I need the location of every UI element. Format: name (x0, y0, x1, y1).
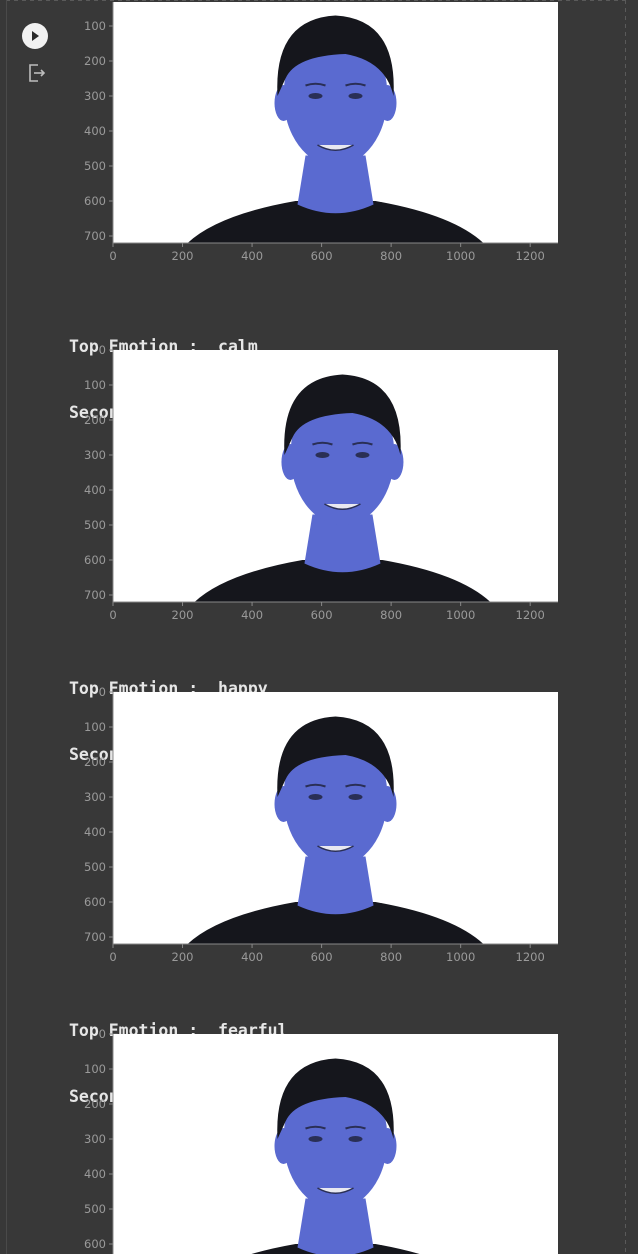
eye-shape (308, 93, 323, 99)
y-tick-label: 500 (84, 1202, 106, 1216)
y-tick-label: 500 (84, 159, 106, 173)
x-tick-label: 400 (241, 608, 263, 622)
x-tick-label: 800 (380, 608, 402, 622)
x-tick-label: 1000 (446, 249, 475, 263)
x-tick-label: 1200 (516, 249, 545, 263)
y-tick-label: 0 (99, 343, 106, 357)
y-tick-label: 300 (84, 89, 106, 103)
eye-shape (348, 1136, 363, 1142)
ear-shape (378, 1128, 397, 1164)
y-tick-label: 400 (84, 124, 106, 138)
eye-shape (348, 93, 363, 99)
y-tick-label: 200 (84, 54, 106, 68)
x-tick-label: 600 (311, 950, 333, 964)
y-tick-label: 0 (99, 1027, 106, 1041)
clear-output-button[interactable] (26, 62, 48, 84)
y-tick-label: 600 (84, 194, 106, 208)
play-icon (32, 31, 39, 41)
ear-shape (378, 786, 397, 822)
y-tick-label: 200 (84, 413, 106, 427)
y-tick-label: 600 (84, 895, 106, 909)
x-tick-label: 800 (380, 249, 402, 263)
output-exit-icon (29, 64, 46, 82)
x-tick-label: 400 (241, 950, 263, 964)
y-tick-label: 300 (84, 790, 106, 804)
x-tick-label: 0 (109, 950, 116, 964)
run-cell-button[interactable] (22, 23, 48, 49)
output-image-plot: 0100200300400500600700020040060080010001… (70, 343, 570, 631)
y-tick-label: 300 (84, 1132, 106, 1146)
y-tick-label: 300 (84, 448, 106, 462)
y-tick-label: 500 (84, 860, 106, 874)
x-tick-label: 1200 (516, 608, 545, 622)
plot-svg: 0100200300400500600700020040060080010001… (84, 343, 558, 622)
ear-shape (385, 444, 404, 480)
output-image-plot: 100 200 300 400 500 600 700 0 200 400 600 800 1000 12… (70, 2, 570, 290)
y-tick-label: 100 (84, 19, 106, 33)
ear-shape (378, 85, 397, 121)
output-image-plot: 0100200300400500600700020040060080010001… (70, 1027, 570, 1254)
plot-svg: 100 200 300 400 500 600 7000 200 400 600 800 1000 12… (84, 2, 558, 263)
x-tick-label: 600 (311, 249, 333, 263)
y-tick-label: 500 (84, 518, 106, 532)
y-tick-label: 0 (99, 685, 106, 699)
ear-shape (274, 786, 293, 822)
x-tick-label: 200 (172, 249, 194, 263)
eye-shape (355, 452, 370, 458)
x-tick-label: 600 (311, 608, 333, 622)
y-tick-label: 600 (84, 553, 106, 567)
y-tick-label: 100 (84, 1062, 106, 1076)
ear-shape (274, 85, 293, 121)
y-tick-label: 700 (84, 930, 106, 944)
ear-shape (281, 444, 300, 480)
x-tick-label: 1000 (446, 608, 475, 622)
x-tick-label: 0 (109, 608, 116, 622)
eye-shape (348, 794, 363, 800)
x-tick-label: 0 (109, 249, 116, 263)
cell-top-border (6, 0, 626, 1)
y-tick-label: 400 (84, 825, 106, 839)
y-tick-label: 400 (84, 483, 106, 497)
y-tick-label: 200 (84, 755, 106, 769)
ear-shape (274, 1128, 293, 1164)
eye-shape (308, 1136, 323, 1142)
plot-svg: 0100200300400500600700020040060080010001… (84, 685, 558, 964)
y-tick-label: 200 (84, 1097, 106, 1111)
y-tick-label: 700 (84, 229, 106, 243)
x-tick-label: 200 (172, 608, 194, 622)
output-image-plot: 0100200300400500600700020040060080010001… (70, 685, 570, 973)
x-tick-label: 200 (172, 950, 194, 964)
eye-shape (315, 452, 330, 458)
x-tick-label: 1200 (516, 950, 545, 964)
plot-svg: 0100200300400500600700020040060080010001… (84, 1027, 558, 1254)
y-tick-label: 600 (84, 1237, 106, 1251)
y-tick-label: 100 (84, 378, 106, 392)
y-tick-label: 100 (84, 720, 106, 734)
x-tick-label: 400 (241, 249, 263, 263)
y-tick-label: 700 (84, 588, 106, 602)
eye-shape (308, 794, 323, 800)
y-tick-label: 400 (84, 1167, 106, 1181)
cell-right-border (625, 0, 626, 1254)
x-tick-label: 1000 (446, 950, 475, 964)
notebook-output-cell: 100 200 300 400 500 600 700 0 200 400 600 800 1000 12… (0, 0, 638, 1254)
cell-left-border (6, 0, 7, 1254)
x-tick-label: 800 (380, 950, 402, 964)
